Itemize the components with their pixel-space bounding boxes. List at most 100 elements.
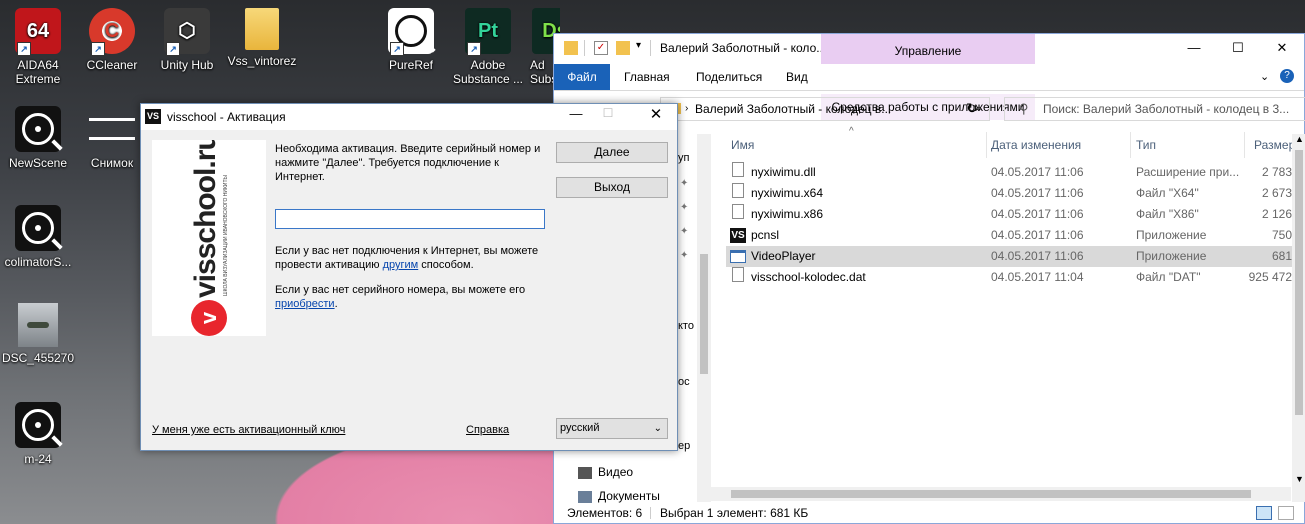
file-row[interactable]: VideoPlayer 04.05.2017 11:06 Приложение …: [726, 246, 1305, 267]
details-view-icon[interactable]: [1256, 506, 1272, 520]
folder-icon: [564, 41, 578, 55]
desktop-icon-snimok[interactable]: Снимок: [74, 106, 150, 170]
properties-icon[interactable]: ✓: [594, 41, 608, 55]
pin-icon: ✦: [680, 202, 689, 213]
minimize-button[interactable]: —: [1172, 34, 1216, 62]
minimize-button[interactable]: —: [561, 106, 591, 121]
column-header-type[interactable]: Тип: [1136, 135, 1156, 157]
scroll-down-icon[interactable]: ▼: [1295, 474, 1304, 484]
tab-view[interactable]: Вид: [774, 64, 820, 90]
unity-hub-icon: ⬡ ↗: [164, 8, 210, 56]
file-type: Приложение: [1136, 228, 1207, 242]
file-type: Приложение: [1136, 249, 1207, 263]
scroll-up-icon[interactable]: ▲: [1295, 134, 1304, 144]
other-method-link[interactable]: другим: [383, 259, 419, 271]
address-path: Валерий Заболотный - колодец в...: [695, 102, 892, 116]
file-name: visschool-kolodec.dat: [751, 270, 866, 284]
horizontal-scrollbar[interactable]: [711, 487, 1291, 501]
desktop-icon-label: CCleaner: [86, 58, 138, 72]
nav-fragment: уп: [678, 152, 690, 164]
nav-item-video[interactable]: Видео: [578, 462, 633, 482]
file-row[interactable]: nyxiwimu.x64 04.05.2017 11:06 Файл "X64"…: [726, 183, 1305, 204]
pureref-icon: [15, 205, 61, 251]
photo-thumbnail-icon: [18, 303, 58, 347]
qat-dropdown-icon[interactable]: ▾: [636, 40, 641, 51]
file-row[interactable]: visschool-kolodec.dat 04.05.2017 11:04 Ф…: [726, 267, 1305, 288]
file-row[interactable]: VS pcnsl 04.05.2017 11:06 Приложение 750: [726, 225, 1305, 246]
shortcut-arrow-icon: ↗: [166, 42, 180, 56]
tab-file[interactable]: Файл: [554, 64, 610, 90]
address-bar[interactable]: › Валерий Заболотный - колодец в... ⌄: [660, 97, 990, 121]
desktop-icon-label: AIDA64 Extreme: [15, 58, 61, 86]
desktop-icon-aida64[interactable]: 64 ↗ AIDA64 Extreme: [0, 8, 76, 86]
file-date: 04.05.2017 11:06: [991, 207, 1084, 221]
serial-number-input[interactable]: [275, 209, 545, 229]
file-name: VideoPlayer: [751, 249, 816, 263]
file-type: Файл "X64": [1136, 186, 1199, 200]
desktop-icon-ccleaner[interactable]: C ↗ CCleaner: [74, 8, 150, 72]
nav-item-label: Видео: [598, 465, 634, 479]
refresh-icon[interactable]: ↻: [966, 100, 978, 117]
file-type: Расширение при...: [1136, 165, 1240, 179]
status-item-count: Элементов: 6: [567, 506, 643, 520]
status-selection: Выбран 1 элемент: 681 КБ: [660, 506, 809, 520]
tab-share[interactable]: Поделиться: [684, 64, 774, 90]
pin-icon: ✦: [680, 226, 689, 237]
column-header-name[interactable]: Имя: [731, 135, 754, 157]
nav-pane-scrollbar[interactable]: [697, 134, 711, 502]
close-button[interactable]: ✕: [1260, 34, 1304, 62]
column-header-size[interactable]: Размер: [1254, 135, 1295, 157]
desktop-icon-vss-vintorez[interactable]: Vss_vintorez: [224, 8, 300, 68]
activation-dialog: VS visschool - Активация — ☐ ✕ v visscho…: [140, 103, 678, 451]
pin-icon: ✦: [680, 250, 689, 261]
have-key-link[interactable]: У меня уже есть активационный ключ: [152, 423, 345, 437]
logo-subtext: ШКОЛА ВИЗУАЛИЗАЦИИ ИВАНОВСКОГО НИКИТЫ: [223, 175, 229, 296]
dialog-titlebar: VS visschool - Активация — ☐ ✕: [141, 104, 677, 130]
file-row[interactable]: nyxiwimu.dll 04.05.2017 11:06 Расширение…: [726, 162, 1305, 183]
visschool-logo: v visschool.ru ШКОЛА ВИЗУАЛИЗАЦИИ ИВАНОВ…: [152, 140, 266, 336]
file-size: 2 126: [1261, 207, 1292, 221]
file-icon: [732, 267, 744, 282]
desktop-icon-adobe-substance-painter[interactable]: Pt ↗ Adobe Substance ...: [450, 8, 526, 86]
substance-painter-icon: Pt ↗: [465, 8, 511, 56]
tiles-view-icon[interactable]: [1278, 506, 1294, 520]
file-row[interactable]: nyxiwimu.x86 04.05.2017 11:06 Файл "X86"…: [726, 204, 1305, 225]
tab-home[interactable]: Главная: [612, 64, 682, 90]
file-size: 681: [1271, 249, 1292, 263]
exit-button[interactable]: Выход: [556, 177, 668, 198]
vs-app-icon: VS: [145, 109, 161, 124]
help-link[interactable]: Справка: [466, 423, 509, 437]
desktop-icon-label: Unity Hub: [160, 58, 214, 72]
search-input[interactable]: ⚲ Поиск: Валерий Заболотный - колодец в …: [1004, 97, 1305, 121]
shortcut-arrow-icon: ↗: [390, 42, 404, 56]
desktop-icon-unityhub[interactable]: ⬡ ↗ Unity Hub: [149, 8, 225, 72]
close-button[interactable]: ✕: [641, 105, 671, 123]
language-select[interactable]: русский ⌄: [556, 418, 668, 439]
breadcrumb-chevron-icon: ›: [685, 103, 689, 114]
file-date: 04.05.2017 11:06: [991, 186, 1084, 200]
help-icon[interactable]: ?: [1280, 69, 1294, 83]
desktop-icon-label: PureRef: [388, 58, 434, 72]
shortcut-arrow-icon: ↗: [91, 42, 105, 56]
desktop-icon-label: Снимок: [90, 156, 134, 170]
desktop-icon-m24[interactable]: m-24: [0, 402, 76, 466]
file-size: 925 472: [1248, 270, 1292, 284]
vs-app-icon: VS: [730, 228, 746, 243]
new-folder-icon[interactable]: [616, 41, 630, 55]
file-list-scrollbar[interactable]: ▲ ▼: [1292, 134, 1305, 502]
ribbon-expand-icon[interactable]: ⌄: [1260, 70, 1269, 83]
sort-arrow-icon: ^: [849, 126, 854, 137]
video-folder-icon: [578, 466, 592, 479]
desktop-icon-newscene[interactable]: NewScene: [0, 106, 76, 170]
column-header-date[interactable]: Дата изменения: [991, 135, 1081, 157]
desktop-icon-dsc[interactable]: DSC_455270: [0, 303, 76, 365]
desktop-icon-pureref[interactable]: ↗ PureRef: [373, 8, 449, 72]
logo-text: visschool.ru: [189, 140, 222, 298]
desktop-icon-colimator[interactable]: colimatorS...: [0, 205, 76, 269]
buy-link[interactable]: приобрести: [275, 298, 335, 310]
next-button[interactable]: Далее: [556, 142, 668, 163]
maximize-button[interactable]: ☐: [1216, 34, 1260, 62]
file-name: nyxiwimu.x64: [751, 186, 824, 200]
maximize-button: ☐: [602, 106, 614, 120]
file-size: 750: [1271, 228, 1292, 242]
